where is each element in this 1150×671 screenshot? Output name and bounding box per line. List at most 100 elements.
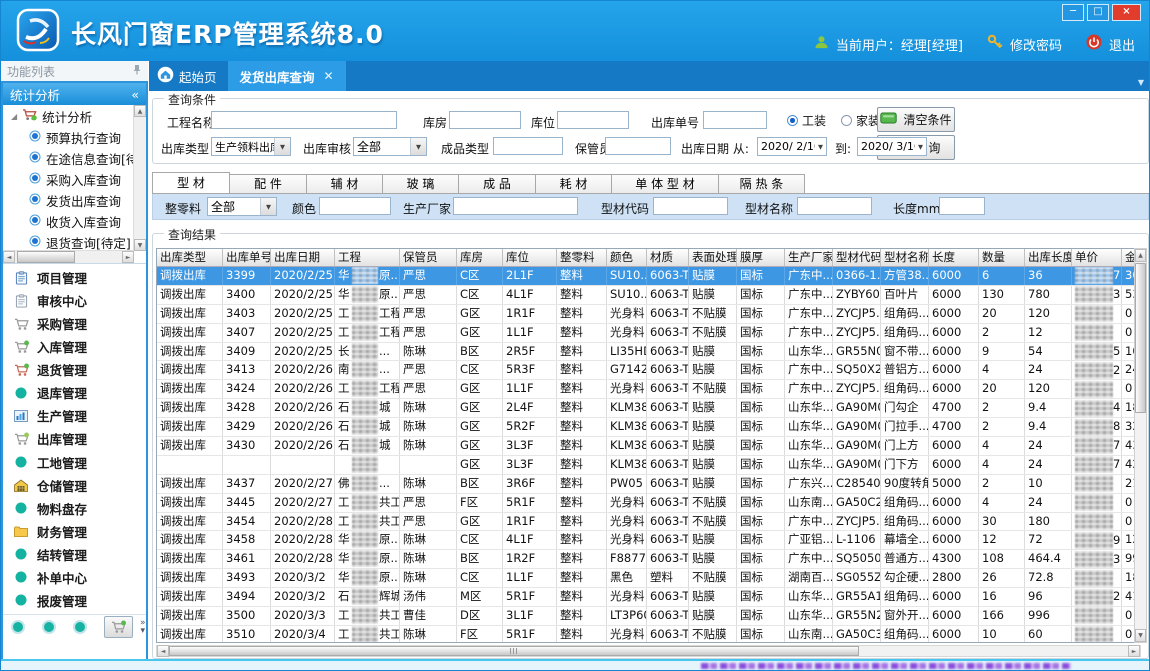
material-tab[interactable]: 隔 热 条 bbox=[718, 174, 805, 193]
column-header[interactable]: 膜厚 bbox=[737, 249, 785, 266]
column-header[interactable]: 材质 bbox=[647, 249, 689, 266]
sidebar-item[interactable]: 报废管理 bbox=[3, 591, 146, 610]
close-button[interactable]: × bbox=[1112, 4, 1141, 21]
material-tab[interactable]: 玻 璃 bbox=[382, 174, 459, 193]
scroll-left-icon[interactable]: ◄ bbox=[157, 645, 169, 657]
whole-piece-select[interactable]: 全部▼ bbox=[207, 197, 277, 216]
tab-overflow-icon[interactable]: ▼ bbox=[1138, 78, 1144, 87]
table-row[interactable]: 调拨出库34132020/2/26南...严思C区5R3F整料G71422606… bbox=[157, 361, 1140, 380]
column-header[interactable]: 长度 bbox=[929, 249, 979, 266]
column-header[interactable]: 型材名称 bbox=[881, 249, 929, 266]
table-row[interactable]: 调拨出库34242020/2/26工工程严思G区1L1F整料光身料6063-T5… bbox=[157, 380, 1140, 399]
more-chevron[interactable]: »▾ bbox=[140, 619, 146, 635]
location-input[interactable] bbox=[557, 111, 629, 129]
column-header[interactable]: 保管员 bbox=[400, 249, 457, 266]
color-input[interactable] bbox=[319, 197, 391, 215]
scroll-right-icon[interactable]: ► bbox=[122, 251, 134, 263]
sidebar-item[interactable]: 退库管理 bbox=[3, 383, 146, 402]
tab-home[interactable]: 起始页 bbox=[149, 61, 228, 91]
sidebar-item[interactable]: 退货管理 bbox=[3, 360, 146, 379]
scroll-down-icon[interactable]: ▼ bbox=[1135, 629, 1146, 642]
column-header[interactable]: 表面处理 bbox=[689, 249, 737, 266]
order-no-input[interactable] bbox=[703, 111, 767, 129]
sidebar-item[interactable]: 出库管理 bbox=[3, 429, 146, 448]
material-tab[interactable]: 成 品 bbox=[458, 174, 536, 193]
product-type-input[interactable] bbox=[493, 137, 563, 155]
scroll-up-icon[interactable]: ▲ bbox=[134, 105, 146, 117]
column-header[interactable]: 出库类型 bbox=[157, 249, 223, 266]
stats-section-header[interactable]: 统计分析 « bbox=[3, 83, 146, 105]
profile-name-input[interactable] bbox=[797, 197, 872, 215]
column-header[interactable]: 库位 bbox=[503, 249, 557, 266]
scroll-right-icon[interactable]: ► bbox=[1128, 645, 1140, 657]
column-header[interactable]: 出库日期 bbox=[271, 249, 335, 266]
quick-dot-icon[interactable] bbox=[73, 620, 87, 634]
tree-item[interactable]: 发货出库查询 bbox=[3, 190, 146, 211]
tree-horizontal-scrollbar[interactable]: ◄ ► bbox=[3, 250, 134, 263]
profile-code-input[interactable] bbox=[653, 197, 728, 215]
column-header[interactable]: 数量 bbox=[979, 249, 1025, 266]
sidebar-item[interactable]: 财务管理 bbox=[3, 522, 146, 541]
sidebar-item[interactable]: 物料盘存 bbox=[3, 499, 146, 518]
column-header[interactable]: 生产厂家 bbox=[785, 249, 833, 266]
tree-expand-icon[interactable]: ◢ bbox=[11, 112, 17, 121]
maximize-button[interactable]: □ bbox=[1087, 4, 1109, 21]
sidebar-item[interactable]: 项目管理 bbox=[3, 268, 146, 287]
date-to-select[interactable]: 2020/ 3/16▼ bbox=[857, 137, 927, 156]
scroll-up-icon[interactable]: ▲ bbox=[1135, 249, 1146, 262]
keeper-input[interactable] bbox=[605, 137, 671, 155]
out-type-select[interactable]: 生产领料出库▼ bbox=[211, 137, 291, 156]
table-row[interactable]: 调拨出库33992020/2/25华原..严思C区2L1F整料SU10...60… bbox=[157, 267, 1140, 286]
table-row[interactable]: 调拨出库35102020/3/4工共工程陈琳F区5R1F整料光身料6063-T5… bbox=[157, 626, 1140, 643]
minimize-button[interactable]: ─ bbox=[1062, 4, 1084, 21]
scroll-down-icon[interactable]: ▼ bbox=[134, 239, 146, 251]
sidebar-item[interactable]: 入库管理 bbox=[3, 337, 146, 356]
scrollbar-thumb[interactable] bbox=[1135, 263, 1146, 413]
column-header[interactable]: 颜色 bbox=[607, 249, 647, 266]
tab-shipping-outbound-query[interactable]: 发货出库查询 ✕ bbox=[228, 61, 346, 91]
table-row[interactable]: 调拨出库34452020/2/27工共工程严思F区5R1F整料光身料6063-T… bbox=[157, 494, 1140, 513]
sidebar-item[interactable]: 采购管理 bbox=[3, 314, 146, 333]
radio-homewear[interactable]: 家装 bbox=[841, 112, 880, 129]
tree-item[interactable]: 预算执行查询 bbox=[3, 127, 146, 148]
length-input[interactable] bbox=[939, 197, 985, 215]
table-row[interactable]: 调拨出库34612020/2/28华原...陈琳B区1R2F整料F8877FT6… bbox=[157, 550, 1140, 569]
tree-item[interactable]: 在途信息查询[待 bbox=[3, 148, 146, 169]
column-header[interactable]: 整零料 bbox=[557, 249, 607, 266]
table-row[interactable]: 调拨出库34932020/3/2华原...陈琳C区1L1F整料黑色塑料不贴膜国标… bbox=[157, 569, 1140, 588]
clear-button[interactable]: 清空条件 bbox=[877, 107, 955, 132]
material-tab[interactable]: 配 件 bbox=[229, 174, 307, 193]
column-header[interactable]: 库房 bbox=[457, 249, 503, 266]
table-row[interactable]: 调拨出库34372020/2/27佛...陈琳B区3R6F整料PW056063-… bbox=[157, 475, 1140, 494]
sidebar-item[interactable]: 工地管理 bbox=[3, 453, 146, 472]
manufacturer-input[interactable] bbox=[453, 197, 578, 215]
sidebar-item[interactable]: 补单中心 bbox=[3, 568, 146, 587]
column-header[interactable]: 出库单号 bbox=[223, 249, 271, 266]
date-from-select[interactable]: 2020/ 2/16▼ bbox=[757, 137, 827, 156]
material-tab[interactable]: 辅 材 bbox=[306, 174, 383, 193]
tree-item[interactable]: 收货入库查询 bbox=[3, 211, 146, 232]
table-row[interactable]: 调拨出库34032020/2/25工工程严思G区1R1F整料光身料6063-T5… bbox=[157, 305, 1140, 324]
scrollbar-thumb[interactable] bbox=[17, 251, 75, 263]
table-row[interactable]: 调拨出库34292020/2/26石城陈琳G区5R2F整料KLM38176063… bbox=[157, 418, 1140, 437]
radio-workwear[interactable]: 工装 bbox=[787, 112, 826, 129]
pin-icon[interactable] bbox=[132, 64, 142, 78]
table-row[interactable]: G区3L3F整料KLM38176063-T5贴膜国标山东华...GA90M09.… bbox=[157, 456, 1140, 475]
tree-vertical-scrollbar[interactable]: ▲ ▼ bbox=[133, 105, 146, 251]
column-header[interactable]: 单价 bbox=[1072, 249, 1122, 266]
table-row[interactable]: 调拨出库34582020/2/28华原...陈琳C区4L1F整料光身料6063-… bbox=[157, 531, 1140, 550]
table-row[interactable]: 调拨出库35002020/3/3工共工程曹佳D区3L1F整料LT3P606063… bbox=[157, 607, 1140, 626]
table-row[interactable]: 调拨出库34002020/2/25华原..严思C区4L1F整料SU10...60… bbox=[157, 286, 1140, 305]
logout-link[interactable]: 退出 bbox=[1109, 35, 1135, 54]
sidebar-item[interactable]: 审核中心 bbox=[3, 291, 146, 310]
warehouse-input[interactable] bbox=[449, 111, 521, 129]
project-name-input[interactable] bbox=[211, 111, 397, 129]
quick-cart-button[interactable] bbox=[104, 616, 133, 638]
quick-dot-icon[interactable] bbox=[42, 620, 56, 634]
tree-item[interactable]: 采购入库查询 bbox=[3, 169, 146, 190]
table-row[interactable]: 调拨出库34092020/2/25长...陈琳B区2R5F整料LI35HD606… bbox=[157, 343, 1140, 362]
tab-close-icon[interactable]: ✕ bbox=[324, 69, 334, 83]
table-horizontal-scrollbar[interactable]: ◄ ► bbox=[156, 645, 1141, 657]
table-row[interactable]: 调拨出库34282020/2/26石城陈琳G区2L4F整料KLM38176063… bbox=[157, 399, 1140, 418]
collapse-icon[interactable]: « bbox=[131, 87, 139, 102]
